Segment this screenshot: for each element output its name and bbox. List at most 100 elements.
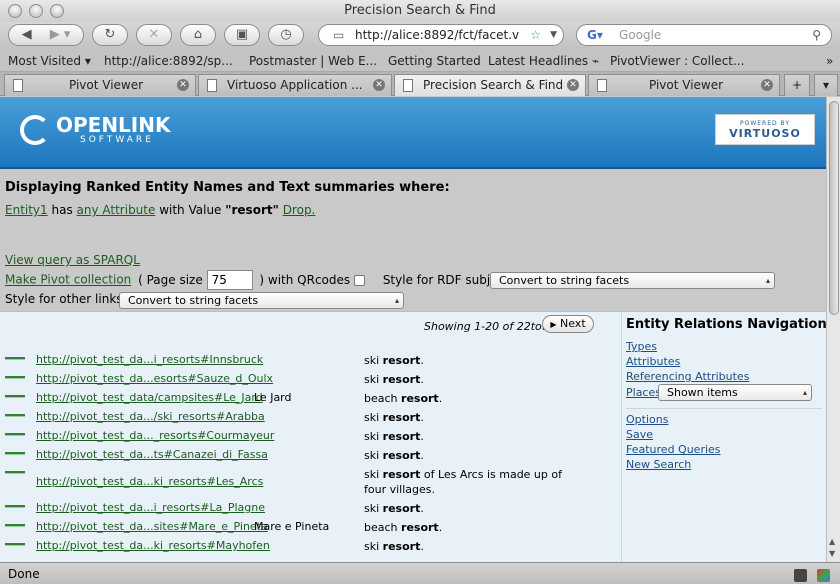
result-snippet: ski resort of Les Arcs is made up of fou… — [364, 467, 584, 497]
forward-arrow-icon[interactable]: ▶ ▾ — [50, 27, 71, 42]
bookmark-most-visited[interactable]: Most Visited ▾ — [8, 50, 91, 72]
sidebar-title: Entity Relations Navigation — [626, 317, 826, 332]
result-uri-link[interactable]: http://pivot_test_da...esorts#Sauze_d_Ou… — [36, 372, 273, 385]
tab-close-icon[interactable]: ✕ — [761, 79, 773, 91]
navigation-toolbar: ◀ ▶ ▾ ↻ ✕ ⌂ ▣ ◷ ▭ http://alice:8892/fct/… — [0, 22, 840, 50]
result-uri-link[interactable]: http://pivot_test_da...sites#Mare_e_Pine… — [36, 520, 268, 533]
addon-icon[interactable] — [794, 569, 808, 582]
bookmark-postmaster[interactable]: Postmaster | Web E... — [249, 50, 377, 72]
powered-by-virtuoso-badge[interactable]: POWERED BY VIRTUOSO — [715, 114, 815, 145]
result-uri-link[interactable]: http://pivot_test_da.../ski_resorts#Arab… — [36, 410, 265, 423]
tab-precision-search[interactable]: Precision Search & Find ✕ — [394, 74, 586, 96]
bookmark-getting-started[interactable]: Getting Started — [388, 50, 481, 72]
bookmark-page-button[interactable]: ▣ — [224, 24, 260, 46]
sidebar-new-search-link[interactable]: New Search — [626, 458, 691, 471]
stop-button[interactable]: ✕ — [136, 24, 172, 46]
tab-virtuoso-application[interactable]: Virtuoso Application ... ✕ — [198, 74, 392, 96]
history-button[interactable]: ◷ — [268, 24, 304, 46]
zoom-window-button[interactable] — [50, 4, 64, 18]
list-tabs-button[interactable]: ▾ — [814, 74, 838, 96]
rank-bar — [5, 471, 25, 474]
result-uri-link[interactable]: http://pivot_test_da...ts#Canazei_di_Fas… — [36, 448, 268, 461]
tab-close-icon[interactable]: ✕ — [177, 79, 189, 91]
result-snippet: ski resort. — [364, 353, 584, 368]
search-input[interactable]: G▾ Google ⚲ — [576, 24, 832, 46]
drop-link[interactable]: Drop. — [283, 203, 316, 217]
qrcodes-checkbox[interactable] — [353, 274, 365, 286]
sidebar-places-link[interactable]: Places — [626, 386, 661, 399]
result-row: http://pivot_test_da...ts#Canazei_di_Fas… — [0, 445, 616, 464]
snippet-text: beach — [364, 521, 402, 534]
bookmark-alice-sparql[interactable]: http://alice:8892/sp... — [104, 50, 233, 72]
select-arrows-icon: ▴ — [802, 388, 807, 397]
view-sparql-link[interactable]: View query as SPARQL — [5, 253, 140, 267]
snippet-match: resort — [401, 521, 439, 534]
make-pivot-link[interactable]: Make Pivot collection — [5, 273, 131, 287]
sidebar-options-link[interactable]: Options — [626, 413, 668, 426]
result-uri-link[interactable]: http://pivot_test_da..._resorts#Courmaye… — [36, 429, 274, 442]
result-row: http://pivot_test_da...sites#Mare_e_Pine… — [0, 517, 616, 536]
sidebar-attributes-link[interactable]: Attributes — [626, 355, 680, 368]
other-links-select[interactable]: Convert to string facets ▴ — [119, 292, 404, 309]
bookmark-latest-headlines[interactable]: Latest Headlines ⌁ — [488, 50, 599, 72]
sidebar-save-link[interactable]: Save — [626, 428, 653, 441]
result-uri-link[interactable]: http://pivot_test_data/campsites#Le_Jard — [36, 391, 263, 404]
close-window-button[interactable] — [8, 4, 22, 18]
result-uri-link[interactable]: http://pivot_test_da...i_resorts#Innsbru… — [36, 353, 263, 366]
tab-pivot-viewer-2[interactable]: Pivot Viewer ✕ — [588, 74, 780, 96]
bookmark-pivotviewer[interactable]: PivotViewer : Collect... — [610, 50, 744, 72]
scroll-up-icon[interactable]: ▲ — [829, 537, 835, 546]
result-uri-link[interactable]: http://pivot_test_da...i_resorts#La_Plag… — [36, 501, 265, 514]
sidebar-featured-link[interactable]: Featured Queries — [626, 443, 721, 456]
tab-close-icon[interactable]: ✕ — [567, 79, 579, 91]
tab-close-icon[interactable]: ✕ — [373, 79, 385, 91]
google-icon[interactable]: G▾ — [587, 25, 603, 45]
page-scrollbar[interactable]: ▲ ▼ — [826, 97, 840, 562]
sidebar-referencing-link[interactable]: Referencing Attributes — [626, 370, 749, 383]
query-description: Entity1 has any Attribute with Value "re… — [5, 203, 315, 217]
reload-button[interactable]: ↻ — [92, 24, 128, 46]
with-value-text: with Value — [155, 203, 226, 217]
result-snippet: beach resort. — [364, 520, 584, 535]
other-links-label: Style for other links — [5, 292, 123, 306]
rank-bar — [5, 414, 25, 417]
url-text: http://alice:8892/fct/facet.v — [355, 28, 520, 42]
bookmarks-overflow-icon[interactable]: » — [826, 50, 833, 72]
search-icon[interactable]: ⚲ — [812, 25, 821, 45]
snippet-text: . — [420, 373, 424, 386]
scrollbar-thumb[interactable] — [829, 101, 839, 315]
attribute-link[interactable]: any Attribute — [77, 203, 156, 217]
url-bar[interactable]: ▭ http://alice:8892/fct/facet.v ☆ ▼ — [318, 24, 564, 46]
qrcodes-label: ) with QRcodes — [259, 272, 351, 287]
home-button[interactable]: ⌂ — [180, 24, 216, 46]
sparql-row: View query as SPARQL — [5, 253, 140, 267]
extension-icon[interactable] — [817, 569, 830, 582]
bookmarks-bar: Most Visited ▾ http://alice:8892/sp... P… — [0, 50, 840, 72]
snippet-text: . — [420, 411, 424, 424]
search-value: "resort" — [225, 203, 279, 217]
tab-pivot-viewer-1[interactable]: Pivot Viewer ✕ — [4, 74, 196, 96]
entity-link[interactable]: Entity1 — [5, 203, 48, 217]
next-button[interactable]: ▶ Next — [542, 315, 594, 333]
back-forward-button[interactable]: ◀ ▶ ▾ — [8, 24, 84, 46]
result-snippet: ski resort. — [364, 410, 584, 425]
result-uri-link[interactable]: http://pivot_test_da...ki_resorts#Les_Ar… — [36, 475, 263, 488]
new-tab-button[interactable]: + — [784, 74, 810, 96]
snippet-match: resort — [382, 540, 421, 553]
url-dropdown-icon[interactable]: ▼ — [550, 25, 557, 45]
result-label: Mare e Pineta — [254, 520, 330, 533]
places-select[interactable]: Shown items ▴ — [658, 384, 812, 401]
scroll-down-icon[interactable]: ▼ — [829, 549, 835, 558]
result-uri-link[interactable]: http://pivot_test_da...ki_resorts#Mayhof… — [36, 539, 270, 552]
snippet-text: . — [420, 540, 424, 553]
page-size-input[interactable]: 75 — [206, 270, 253, 290]
rdf-style-select[interactable]: Convert to string facets ▴ — [490, 272, 775, 289]
result-row: http://pivot_test_da..._resorts#Courmaye… — [0, 426, 616, 445]
star-icon[interactable]: ☆ — [530, 25, 541, 45]
results-heading: Displaying Ranked Entity Names and Text … — [5, 180, 450, 195]
minimize-window-button[interactable] — [29, 4, 43, 18]
snippet-text: ski — [364, 373, 383, 386]
back-arrow-icon[interactable]: ◀ — [22, 27, 32, 42]
tab-label: Precision Search & Find — [423, 78, 564, 92]
sidebar-types-link[interactable]: Types — [626, 340, 657, 353]
